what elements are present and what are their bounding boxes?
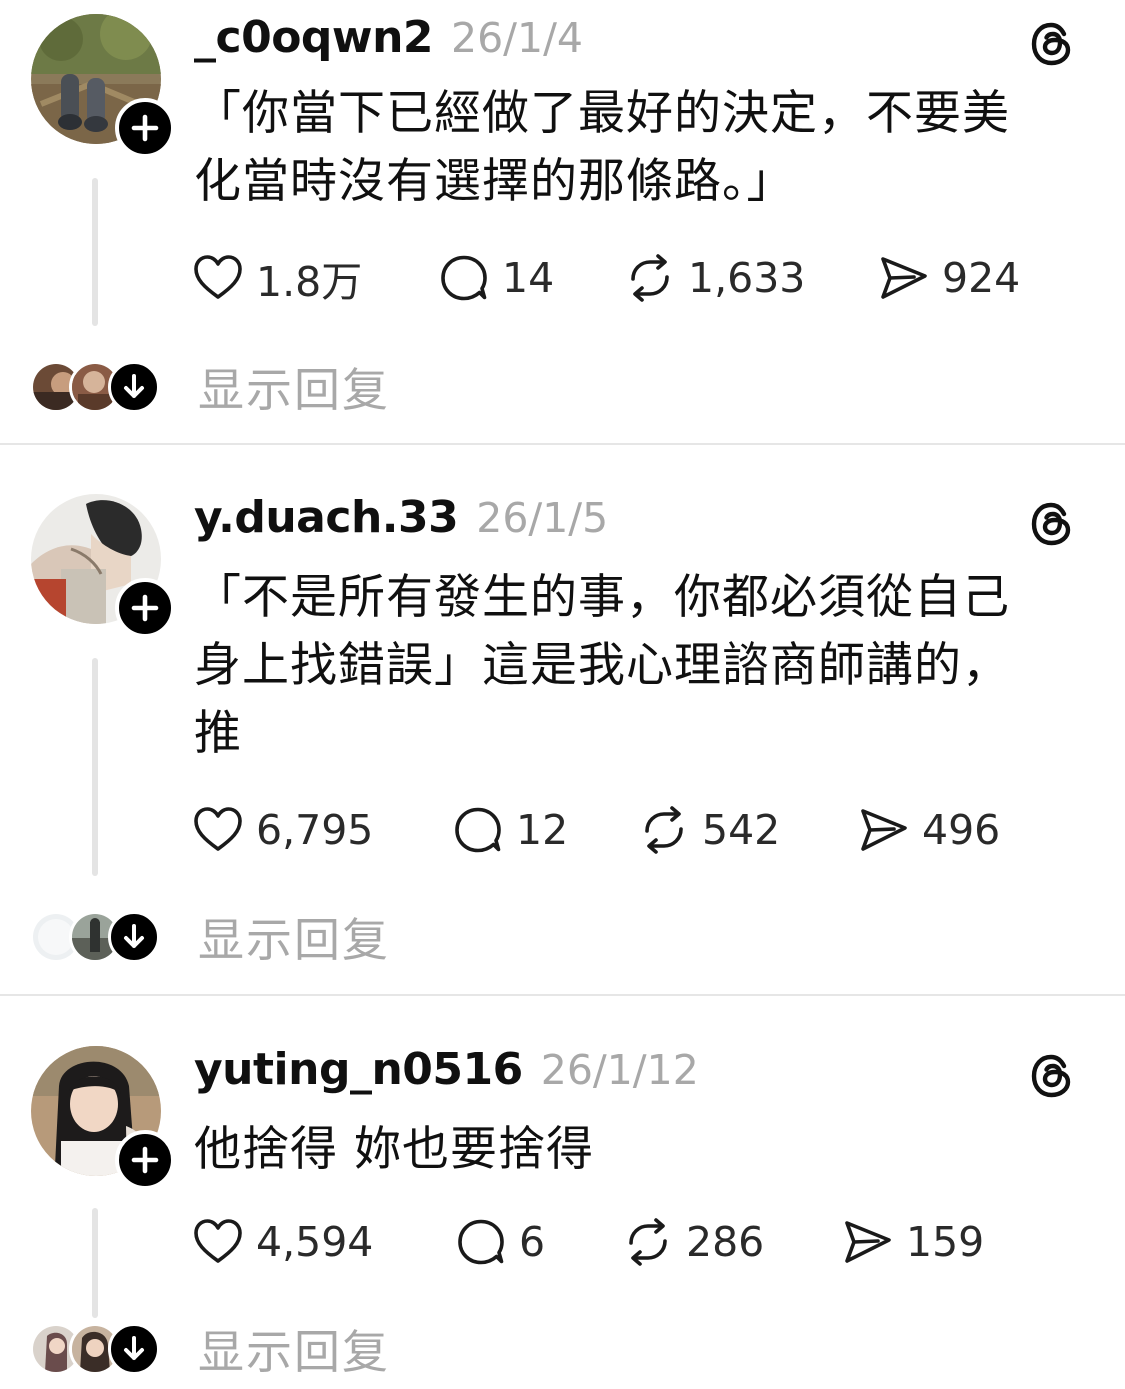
share-button[interactable]: 924 bbox=[878, 248, 1020, 308]
post-header: yuting_n0516 26/1/12 bbox=[194, 1044, 699, 1100]
show-replies-label[interactable]: 显示回复 bbox=[198, 354, 390, 420]
content-line: 「你當下已經做了最好的決定，不要美 bbox=[194, 86, 1010, 141]
threads-logo-icon[interactable] bbox=[1028, 1052, 1076, 1100]
like-button[interactable]: 6,795 bbox=[192, 800, 373, 860]
comment-bubble-icon bbox=[455, 1216, 507, 1268]
comment-button[interactable]: 12 bbox=[452, 800, 568, 860]
arrow-down-icon bbox=[111, 364, 157, 410]
post-content: 他捨得 妳也要捨得 bbox=[194, 1116, 1094, 1184]
follow-button[interactable] bbox=[115, 1130, 175, 1190]
comment-count: 6 bbox=[519, 1218, 546, 1266]
expand-replies-button[interactable] bbox=[108, 361, 160, 413]
arrow-down-icon bbox=[111, 914, 157, 960]
repost-icon bbox=[622, 1216, 674, 1268]
heart-icon bbox=[192, 1216, 244, 1268]
expand-replies-button[interactable] bbox=[108, 911, 160, 963]
thread-line bbox=[92, 1208, 98, 1318]
post-2: y.duach.33 26/1/5 「不是所有發生的事，你都必須從自己 身上找錯… bbox=[0, 480, 1125, 994]
repost-button[interactable]: 542 bbox=[638, 800, 780, 860]
share-count: 159 bbox=[906, 1218, 985, 1266]
post-header: y.duach.33 26/1/5 bbox=[194, 492, 608, 548]
repost-icon bbox=[638, 804, 690, 856]
post-1: _c0oqwn2 26/1/4 「你當下已經做了最好的決定，不要美 化當時沒有選… bbox=[0, 0, 1125, 444]
show-replies-label[interactable]: 显示回复 bbox=[198, 1316, 390, 1382]
divider bbox=[0, 443, 1125, 445]
username[interactable]: y.duach.33 bbox=[194, 492, 459, 543]
comment-bubble-icon bbox=[452, 804, 504, 856]
repost-button[interactable]: 286 bbox=[622, 1212, 764, 1272]
like-count: 1.8万 bbox=[256, 258, 363, 306]
like-button[interactable]: 1.8万 bbox=[192, 248, 362, 308]
comment-bubble-icon bbox=[438, 252, 490, 304]
comment-button[interactable]: 14 bbox=[438, 248, 554, 308]
like-count: 4,594 bbox=[256, 1218, 374, 1266]
expand-replies-button[interactable] bbox=[108, 1323, 160, 1375]
post-content: 「不是所有發生的事，你都必須從自己 身上找錯誤」這是我心理諮商師講的， 推 bbox=[194, 564, 1094, 768]
content-line: 推 bbox=[194, 706, 242, 761]
heart-icon bbox=[192, 804, 244, 856]
repost-count: 1,633 bbox=[688, 254, 806, 302]
plus-icon bbox=[119, 582, 171, 634]
content-line: 化當時沒有選擇的那條路。」 bbox=[194, 154, 795, 209]
username[interactable]: _c0oqwn2 bbox=[194, 12, 434, 63]
like-count: 6,795 bbox=[256, 806, 374, 854]
arrow-down-icon bbox=[111, 1326, 157, 1372]
plus-icon bbox=[119, 1134, 171, 1186]
content-line: 身上找錯誤」這是我心理諮商師講的， bbox=[194, 638, 1010, 693]
comment-count: 14 bbox=[502, 254, 555, 302]
comment-count: 12 bbox=[516, 806, 569, 854]
post-3: yuting_n0516 26/1/12 他捨得 妳也要捨得 4,594 6 2… bbox=[0, 1032, 1125, 1389]
thread-line bbox=[92, 178, 98, 326]
threads-logo-icon[interactable] bbox=[1028, 20, 1076, 68]
thread-line bbox=[92, 658, 98, 876]
comment-button[interactable]: 6 bbox=[455, 1212, 545, 1272]
plus-icon bbox=[119, 102, 171, 154]
content-line: 「不是所有發生的事，你都必須從自己 bbox=[194, 570, 1010, 625]
repost-count: 286 bbox=[686, 1218, 765, 1266]
post-date: 26/1/5 bbox=[476, 494, 609, 542]
send-icon bbox=[878, 252, 930, 304]
post-date: 26/1/12 bbox=[540, 1046, 699, 1094]
repost-icon bbox=[624, 252, 676, 304]
share-count: 924 bbox=[942, 254, 1021, 302]
heart-icon bbox=[192, 252, 244, 304]
repost-button[interactable]: 1,633 bbox=[624, 248, 805, 308]
show-replies-label[interactable]: 显示回复 bbox=[198, 904, 390, 970]
follow-button[interactable] bbox=[115, 578, 175, 638]
content-line: 他捨得 妳也要捨得 bbox=[194, 1122, 594, 1177]
post-content: 「你當下已經做了最好的決定，不要美 化當時沒有選擇的那條路。」 bbox=[194, 80, 1094, 216]
post-date: 26/1/4 bbox=[451, 14, 583, 62]
share-button[interactable]: 159 bbox=[842, 1212, 984, 1272]
repost-count: 542 bbox=[702, 806, 781, 854]
follow-button[interactable] bbox=[115, 98, 175, 158]
post-header: _c0oqwn2 26/1/4 bbox=[194, 12, 583, 68]
threads-logo-icon[interactable] bbox=[1028, 500, 1076, 548]
share-button[interactable]: 496 bbox=[858, 800, 1000, 860]
send-icon bbox=[858, 804, 910, 856]
send-icon bbox=[842, 1216, 894, 1268]
like-button[interactable]: 4,594 bbox=[192, 1212, 373, 1272]
divider bbox=[0, 994, 1125, 996]
username[interactable]: yuting_n0516 bbox=[194, 1044, 523, 1095]
share-count: 496 bbox=[922, 806, 1001, 854]
